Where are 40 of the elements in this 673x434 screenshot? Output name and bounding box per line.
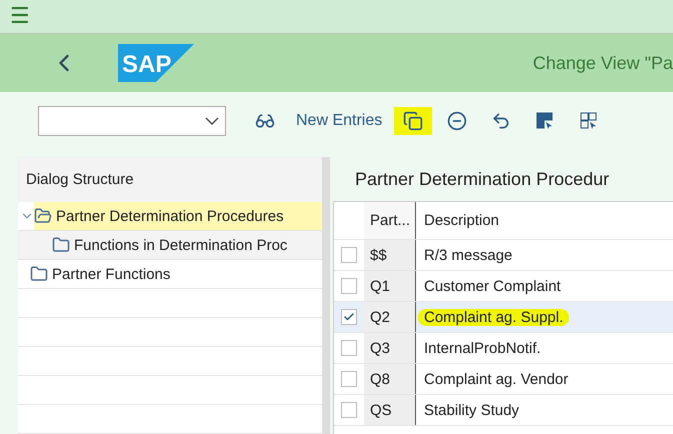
table-cell: Q3 [364, 333, 416, 363]
folder-open-icon [34, 207, 52, 225]
table-cell-text: Complaint ag. Vendor [423, 370, 570, 388]
table-title: Partner Determination Procedur [354, 168, 610, 190]
row-checkbox[interactable] [341, 309, 357, 325]
row-checkbox[interactable] [341, 278, 357, 294]
toolbar-button[interactable] [394, 106, 432, 135]
tree-item[interactable]: Partner Determination Procedures [34, 202, 322, 230]
row-checkbox[interactable] [341, 371, 357, 387]
deselect-all-icon [579, 110, 600, 131]
undo-icon [491, 110, 512, 131]
dropdown-field[interactable] [38, 106, 226, 136]
select-all-icon [535, 110, 556, 131]
new-entries-button[interactable]: New Entries [290, 106, 388, 135]
table-cell: Q2 [364, 302, 416, 332]
table-cell-text: Stability Study [423, 402, 520, 418]
chevron-down-icon [205, 116, 219, 125]
panel-title: Dialog Structure [18, 157, 322, 202]
table-cell-text: InternalProbNotif. [423, 340, 542, 356]
table-cell-text: Customer Complaint [423, 278, 562, 294]
table-cell: Q8 [364, 364, 416, 394]
sap-logo: SAP [118, 44, 194, 82]
menu-button[interactable]: ☰ [10, 6, 30, 28]
column-header[interactable]: Part... [364, 202, 416, 239]
check-icon [343, 311, 355, 323]
row-checkbox[interactable] [341, 247, 357, 263]
copy-icon [403, 110, 424, 131]
folder-icon [52, 236, 70, 254]
column-header[interactable]: Description [418, 212, 506, 229]
table-cell-text: R/3 message [423, 246, 514, 264]
table-cell: $$ [364, 240, 416, 270]
folder-icon [30, 265, 48, 283]
row-checkbox[interactable] [341, 402, 357, 418]
window-title: Change View "Pa [532, 52, 673, 74]
table-cell: Complaint ag. Suppl. [418, 308, 570, 326]
table-cell: QS [364, 395, 416, 425]
minus-circle-icon [447, 110, 468, 131]
row-checkbox[interactable] [341, 340, 357, 356]
tree-item[interactable]: Partner Functions [30, 260, 322, 288]
table-cell: Q1 [364, 271, 416, 301]
